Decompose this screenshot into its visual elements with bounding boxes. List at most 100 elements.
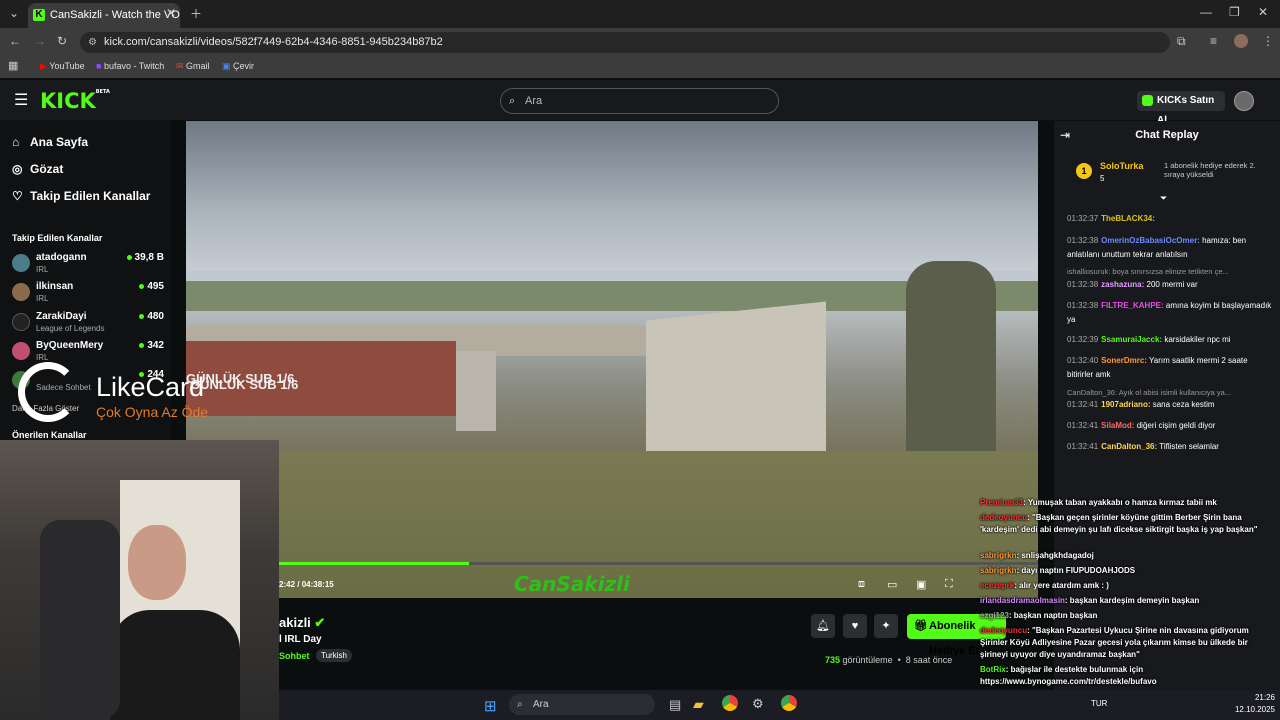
file-explorer-icon[interactable]: ▰: [693, 696, 704, 713]
overlay-text: : alır yere atardım amk : ): [1014, 581, 1109, 590]
bookmark-youtube[interactable]: ▶ YouTube: [40, 61, 85, 72]
chat-username[interactable]: 1907adriano:: [1101, 400, 1150, 409]
close-tab-icon[interactable]: ✕: [166, 6, 176, 20]
browser-tab-bar: ⌄ K CanSakizli - Watch the VOD ✕ ＋ — ❐ ✕: [0, 0, 1280, 28]
clip-icon[interactable]: ⧈: [858, 578, 865, 591]
clock-date[interactable]: 12.10.2025: [1229, 705, 1275, 714]
notification-button[interactable]: 🔔︎: [811, 614, 835, 638]
chat-timestamp: 01:32:37: [1067, 214, 1099, 223]
video-player[interactable]: GÜNLÜK SUB 1/6: [186, 121, 1038, 598]
site-info-icon[interactable]: ⚙: [88, 32, 97, 53]
chrome-active-icon[interactable]: [781, 695, 797, 711]
profile-avatar[interactable]: [1234, 34, 1248, 48]
chat-message: 01:32:41 1907adriano: sana ceza kestim: [1067, 398, 1272, 412]
category-link[interactable]: Sohbet: [279, 651, 310, 661]
overlay-username: irlandasdramaolmasin: [980, 596, 1065, 605]
daily-sub-text: GÜNLÜK SUB 1/6: [190, 377, 299, 392]
search-input[interactable]: ⌕ Ara: [500, 88, 779, 114]
bookmark-translate[interactable]: ▣ Çevir: [222, 61, 254, 72]
chat-username[interactable]: FILTRE_KAHPE:: [1101, 301, 1164, 310]
nav-following[interactable]: ♡ Takip Edilen Kanallar: [12, 189, 150, 203]
browser-tab[interactable]: K CanSakizli - Watch the VOD: [28, 3, 180, 28]
reload-icon[interactable]: ↻: [57, 34, 67, 48]
chat-username[interactable]: CanDalton_36:: [1101, 442, 1157, 451]
chat-username[interactable]: OmerinOzBabasiOcOmer:: [1101, 236, 1200, 245]
channel-item[interactable]: ZarakiDayi League of Legends 480: [12, 311, 164, 339]
chat-reply-preview[interactable]: CanDalton_36: Ayık ol abisi isimli kulla…: [1067, 388, 1231, 397]
stream-info: [279, 598, 1038, 690]
channel-item[interactable]: atadogann IRL 39,8 B: [12, 252, 164, 280]
overlay-username: sabrigrkn: [980, 566, 1017, 575]
rank-badge-icon: 1: [1076, 163, 1092, 179]
overlay-username: dedeoyuncu: [980, 513, 1028, 522]
expand-pinned-icon[interactable]: ⏷: [1160, 193, 1167, 204]
overlay-chat-line: dedeoyuncu: "Başkan geçen şirinler köyün…: [980, 512, 1276, 536]
forward-icon[interactable]: →: [34, 34, 46, 48]
task-view-icon[interactable]: ▤: [669, 697, 681, 713]
translate-icon: ▣: [222, 61, 234, 71]
minimize-icon[interactable]: —: [1200, 5, 1212, 19]
avatar: [12, 283, 30, 301]
nav-browse[interactable]: ◎ Gözat: [12, 162, 63, 176]
chat-title: Chat Replay: [1135, 129, 1199, 141]
windows-start-icon[interactable]: ⊞: [484, 697, 497, 715]
tab-list-icon[interactable]: ⌄: [9, 6, 19, 20]
buy-kicks-button[interactable]: KICKs Satın Al: [1137, 91, 1225, 126]
new-tab-icon[interactable]: ＋: [190, 5, 202, 22]
more-menu-icon[interactable]: ⋮: [1262, 34, 1274, 48]
language-indicator[interactable]: TUR: [1091, 699, 1107, 708]
tab-title: CanSakizli - Watch the VOD: [50, 9, 180, 21]
bookmark-gmail[interactable]: ✉ Gmail: [176, 61, 210, 72]
user-avatar[interactable]: [1234, 91, 1254, 111]
chat-timestamp: 01:32:41: [1067, 400, 1099, 409]
overlay-username: dedeoyuncu: [980, 626, 1028, 635]
likecard-logo: [18, 362, 78, 422]
overlay-text: : başkan naptın başkan: [1008, 611, 1098, 620]
nav-home[interactable]: ⌂ Ana Sayfa: [12, 135, 88, 149]
chat-message: 01:32:39 SsamuraiJacck: karsidakiler npc …: [1067, 333, 1272, 347]
fullscreen-icon[interactable]: ⛶: [945, 578, 953, 591]
maximize-icon[interactable]: ❐: [1229, 5, 1240, 19]
media-icon[interactable]: ≡: [1210, 34, 1217, 48]
heart-icon: ♡: [12, 189, 23, 203]
chrome-icon[interactable]: [722, 695, 738, 711]
chat-username[interactable]: SonerDmrc:: [1101, 356, 1147, 365]
twitch-icon: ■: [96, 61, 104, 71]
chat-username[interactable]: SilaMod:: [1101, 421, 1134, 430]
url-field[interactable]: ⚙ kick.com/cansakizli/videos/582f7449-62…: [80, 32, 1170, 53]
channel-name[interactable]: akizli ✔: [279, 615, 325, 631]
home-icon: ⌂: [12, 135, 20, 149]
close-window-icon[interactable]: ✕: [1258, 5, 1268, 19]
sponsor-tagline: Çok Oyna Az Öde: [96, 404, 209, 420]
steam-icon[interactable]: ⚙: [752, 696, 764, 712]
chat-timestamp: 01:32:41: [1067, 442, 1099, 451]
url-text: kick.com/cansakizli/videos/582f7449-62b4…: [104, 36, 443, 48]
hamburger-menu-icon[interactable]: ☰: [14, 90, 28, 110]
clock-time[interactable]: 21:26: [1229, 693, 1275, 702]
more-actions-button[interactable]: ✦: [874, 614, 898, 638]
apps-grid-icon[interactable]: ▦: [8, 59, 18, 72]
extensions-icon[interactable]: ⧉: [1177, 34, 1186, 49]
chat-message: 01:32:38 zashazuna: 200 mermi var: [1067, 278, 1272, 292]
chat-message: 01:32:38 OmerinOzBabasiOcOmer: hamıza: be…: [1067, 234, 1272, 262]
taskbar-search[interactable]: ⌕ Ara: [509, 694, 655, 715]
theatre-icon[interactable]: ▭: [887, 578, 897, 591]
overlay-username: ezgi123: [980, 611, 1009, 620]
back-icon[interactable]: ←: [9, 34, 21, 48]
chat-username[interactable]: SsamuraiJacck:: [1101, 335, 1162, 344]
kick-logo[interactable]: KICKBETA: [40, 89, 110, 113]
youtube-icon: ▶: [40, 61, 50, 71]
chat-timestamp: 01:32:39: [1067, 335, 1099, 344]
chat-username[interactable]: zashazuna:: [1101, 280, 1144, 289]
follow-button[interactable]: ♥: [843, 614, 867, 638]
overlay-chat-line: dedeoyuncu: "Başkan Pazartesi Uykucu Şir…: [980, 625, 1276, 661]
avatar: [12, 342, 30, 360]
channel-item[interactable]: ilkinsan IRL 495: [12, 281, 164, 309]
bookmark-twitch[interactable]: ■ bufavo - Twitch: [96, 61, 164, 71]
language-tag[interactable]: Turkish: [316, 649, 352, 662]
compass-icon: ◎: [12, 162, 23, 176]
time-display: 2:42 / 04:38:15: [279, 580, 334, 589]
chat-username[interactable]: TheBLACK34:: [1101, 214, 1155, 223]
chat-reply-preview[interactable]: ishalliosuruk: boya sınırsızsa elinize t…: [1067, 267, 1229, 276]
pip-icon[interactable]: ▣: [916, 578, 926, 591]
